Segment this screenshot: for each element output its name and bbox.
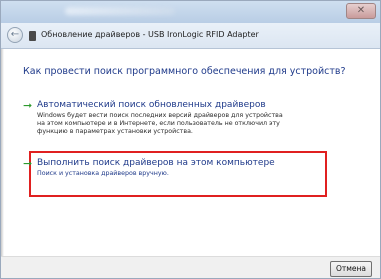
back-arrow-icon[interactable]: ←: [7, 27, 23, 43]
title-bar[interactable]: ✕: [1, 1, 380, 23]
close-button[interactable]: ✕: [346, 3, 376, 19]
device-icon: [29, 31, 36, 41]
address-title: Обновление драйверов - USB IronLogic RFI…: [41, 30, 259, 39]
window-edge-shadow: [1, 49, 4, 256]
page-heading: Как провести поиск программного обеспече…: [23, 66, 346, 77]
option-browse-computer-description: Поиск и установка драйверов вручную.: [37, 170, 169, 177]
cancel-button[interactable]: Отмена: [330, 261, 372, 277]
option-browse-computer[interactable]: ➞ Выполнить поиск драйверов на этом комп…: [23, 157, 287, 178]
option-browse-computer-title[interactable]: Выполнить поиск драйверов на этом компью…: [37, 157, 287, 169]
option-auto-search[interactable]: ➞ Автоматический поиск обновленных драйв…: [23, 99, 287, 137]
driver-update-window: ✕ ← Обновление драйверов - USB IronLogic…: [0, 0, 381, 279]
blurred-title-area: [65, 7, 175, 15]
green-arrow-icon: ➞: [23, 157, 33, 170]
option-auto-search-description: Windows будет вести поиск последних верс…: [37, 112, 283, 136]
option-auto-search-title[interactable]: Автоматический поиск обновленных драйвер…: [37, 99, 287, 111]
green-arrow-icon: ➞: [23, 99, 33, 112]
footer-bar: Отмена: [1, 256, 380, 278]
address-bar: ← Обновление драйверов - USB IronLogic R…: [1, 23, 380, 49]
